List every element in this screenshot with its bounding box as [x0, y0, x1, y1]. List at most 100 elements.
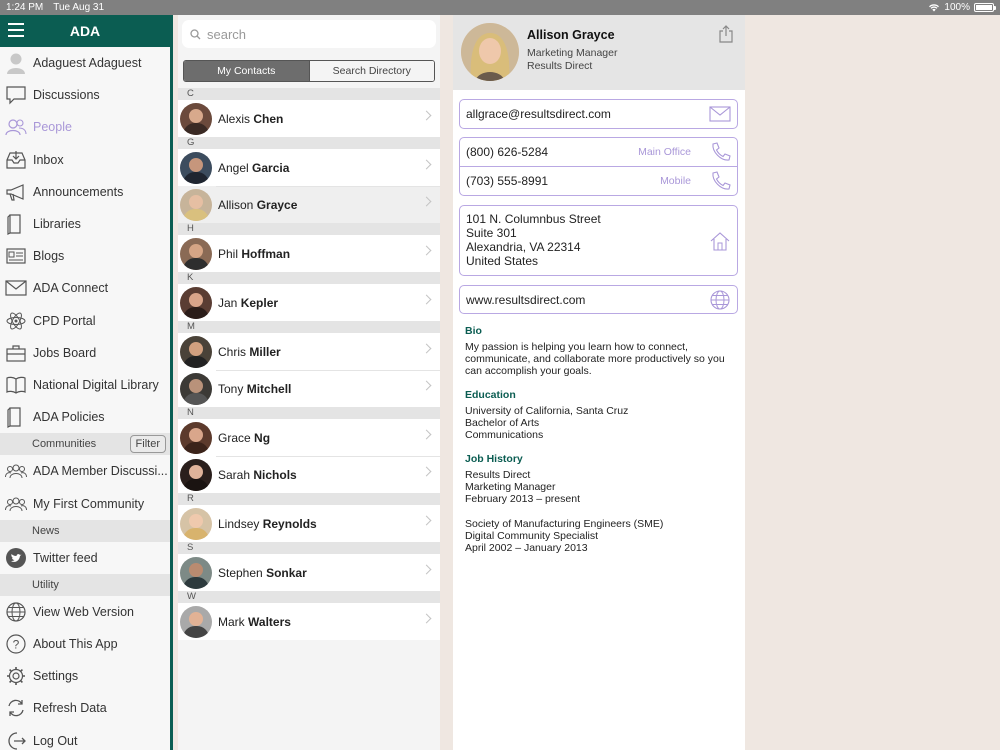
contact-row[interactable]: Jan Kepler	[178, 284, 440, 321]
sidebar-item-refresh-data[interactable]: Refresh Data	[0, 692, 170, 724]
contact-detail-header: Allison Grayce Marketing Manager Results…	[453, 15, 745, 90]
sidebar-item-inbox[interactable]: Inbox	[0, 144, 170, 176]
contact-name: Tony Mitchell	[218, 381, 292, 396]
battery-percent: 100%	[944, 2, 970, 13]
chevron-right-icon	[421, 613, 432, 624]
job-history-entry: Results Direct Marketing Manager Februar…	[465, 469, 580, 505]
sidebar-item-discussions[interactable]: Discussions	[0, 79, 170, 111]
website-value: www.resultsdirect.com	[466, 292, 586, 307]
website-field[interactable]: www.resultsdirect.com	[459, 285, 738, 314]
contact-row[interactable]: Tony Mitchell	[178, 370, 440, 407]
envelope-icon	[709, 106, 731, 122]
section-index-letter: C	[178, 88, 440, 100]
envelope-icon	[5, 277, 27, 299]
avatar	[180, 556, 212, 589]
sidebar-item-about-this-app[interactable]: ? About This App	[0, 628, 170, 660]
section-label: News	[32, 524, 60, 537]
avatar	[180, 372, 212, 405]
contact-row[interactable]: Chris Miller	[178, 333, 440, 370]
sidebar-item-national-digital-library[interactable]: National Digital Library	[0, 369, 170, 401]
sidebar-item-people[interactable]: People	[0, 111, 170, 143]
chevron-right-icon	[421, 343, 432, 354]
sidebar-item-profile[interactable]: Adaguest Adaguest	[0, 47, 170, 79]
sidebar: ADA Adaguest Adaguest Discussions People…	[0, 15, 170, 750]
status-time: 1:24 PM	[6, 2, 44, 13]
address-line: Suite 301	[466, 226, 517, 240]
battery-icon	[974, 3, 996, 12]
sidebar-item-settings[interactable]: Settings	[0, 660, 170, 692]
chevron-right-icon	[421, 564, 432, 575]
section-index-letter: H	[178, 223, 440, 235]
chevron-right-icon	[421, 515, 432, 526]
avatar	[180, 421, 212, 454]
section-header-utility: Utility	[0, 573, 170, 596]
filter-button[interactable]: Filter	[129, 435, 166, 454]
contact-row[interactable]: Mark Walters	[178, 603, 440, 640]
contact-company: Results Direct	[527, 60, 593, 72]
contact-row[interactable]: Grace Ng	[178, 419, 440, 456]
contact-row-selected[interactable]: Allison Grayce	[178, 186, 440, 223]
sidebar-item-libraries[interactable]: Libraries	[0, 208, 170, 240]
sidebar-item-ada-member-discussions[interactable]: ADA Member Discussi...	[0, 455, 170, 487]
sidebar-item-my-first-community[interactable]: My First Community	[0, 487, 170, 519]
contact-row[interactable]: Alexis Chen	[178, 100, 440, 137]
contact-row[interactable]: Sarah Nichols	[178, 456, 440, 493]
sidebar-item-label: Blogs	[33, 249, 65, 264]
sidebar-item-label: ADA Connect	[33, 281, 109, 296]
phone-main-row[interactable]: (800) 626-5284 Main Office	[460, 138, 737, 167]
chevron-right-icon	[421, 294, 432, 305]
sidebar-item-ada-policies[interactable]: ADA Policies	[0, 401, 170, 433]
atom-icon	[5, 310, 27, 332]
contact-row[interactable]: Stephen Sonkar	[178, 554, 440, 591]
sidebar-item-jobs-board[interactable]: Jobs Board	[0, 337, 170, 369]
contact-name: Allison Grayce	[527, 28, 615, 42]
contact-row[interactable]: Angel Garcia	[178, 149, 440, 186]
search-input[interactable]: search	[182, 20, 436, 48]
contact-row[interactable]: Phil Hoffman	[178, 235, 440, 272]
contact-title: Marketing Manager	[527, 47, 618, 59]
sidebar-item-log-out[interactable]: Log Out	[0, 725, 170, 750]
chevron-right-icon	[421, 196, 432, 207]
sidebar-item-label: Adaguest Adaguest	[33, 56, 142, 71]
contact-name: Jan Kepler	[218, 295, 279, 310]
sidebar-divider	[170, 15, 173, 750]
group-icon	[5, 493, 27, 515]
chevron-right-icon	[421, 110, 432, 121]
contact-name: Grace Ng	[218, 430, 271, 445]
phone-mobile-value: (703) 555-8991	[466, 174, 549, 188]
tab-search-directory[interactable]: Search Directory	[308, 61, 434, 81]
hamburger-menu-icon[interactable]	[8, 23, 24, 37]
sidebar-item-blogs[interactable]: Blogs	[0, 240, 170, 272]
status-bar: 1:24 PM Tue Aug 31 100%	[0, 0, 1000, 15]
avatar	[180, 507, 212, 540]
avatar	[180, 286, 212, 319]
sidebar-item-ada-connect[interactable]: ADA Connect	[0, 272, 170, 304]
sidebar-item-label: View Web Version	[33, 604, 134, 619]
megaphone-icon	[5, 181, 27, 203]
briefcase-icon	[5, 342, 27, 364]
education-heading: Education	[465, 389, 516, 401]
sidebar-item-label: Settings	[33, 669, 79, 684]
sidebar-item-twitter-feed[interactable]: Twitter feed	[0, 542, 170, 574]
avatar	[461, 23, 519, 81]
section-index-letter: W	[178, 591, 440, 603]
phone-numbers-box: (800) 626-5284 Main Office (703) 555-899…	[459, 137, 738, 196]
address-field[interactable]: 101 N. Columnbus Street Suite 301 Alexan…	[459, 205, 738, 276]
search-icon	[190, 28, 201, 39]
address-line: 101 N. Columnbus Street	[466, 212, 601, 226]
share-icon[interactable]	[719, 25, 733, 43]
tab-my-contacts[interactable]: My Contacts	[184, 61, 309, 81]
sidebar-item-cpd-portal[interactable]: CPD Portal	[0, 305, 170, 337]
sidebar-item-view-web-version[interactable]: View Web Version	[0, 596, 170, 628]
email-field[interactable]: allgrace@resultsdirect.com	[459, 99, 738, 129]
contact-row[interactable]: Lindsey Reynolds	[178, 505, 440, 542]
avatar	[180, 102, 212, 135]
phone-mobile-row[interactable]: (703) 555-8991 Mobile	[460, 167, 737, 195]
blog-icon	[5, 245, 27, 267]
inbox-icon	[5, 149, 27, 171]
contacts-segmented-control: My Contacts Search Directory	[183, 60, 435, 82]
section-header-communities: Communities Filter	[0, 433, 170, 456]
sidebar-item-label: Refresh Data	[33, 701, 107, 716]
sidebar-item-announcements[interactable]: Announcements	[0, 176, 170, 208]
contact-name: Chris Miller	[218, 344, 281, 359]
